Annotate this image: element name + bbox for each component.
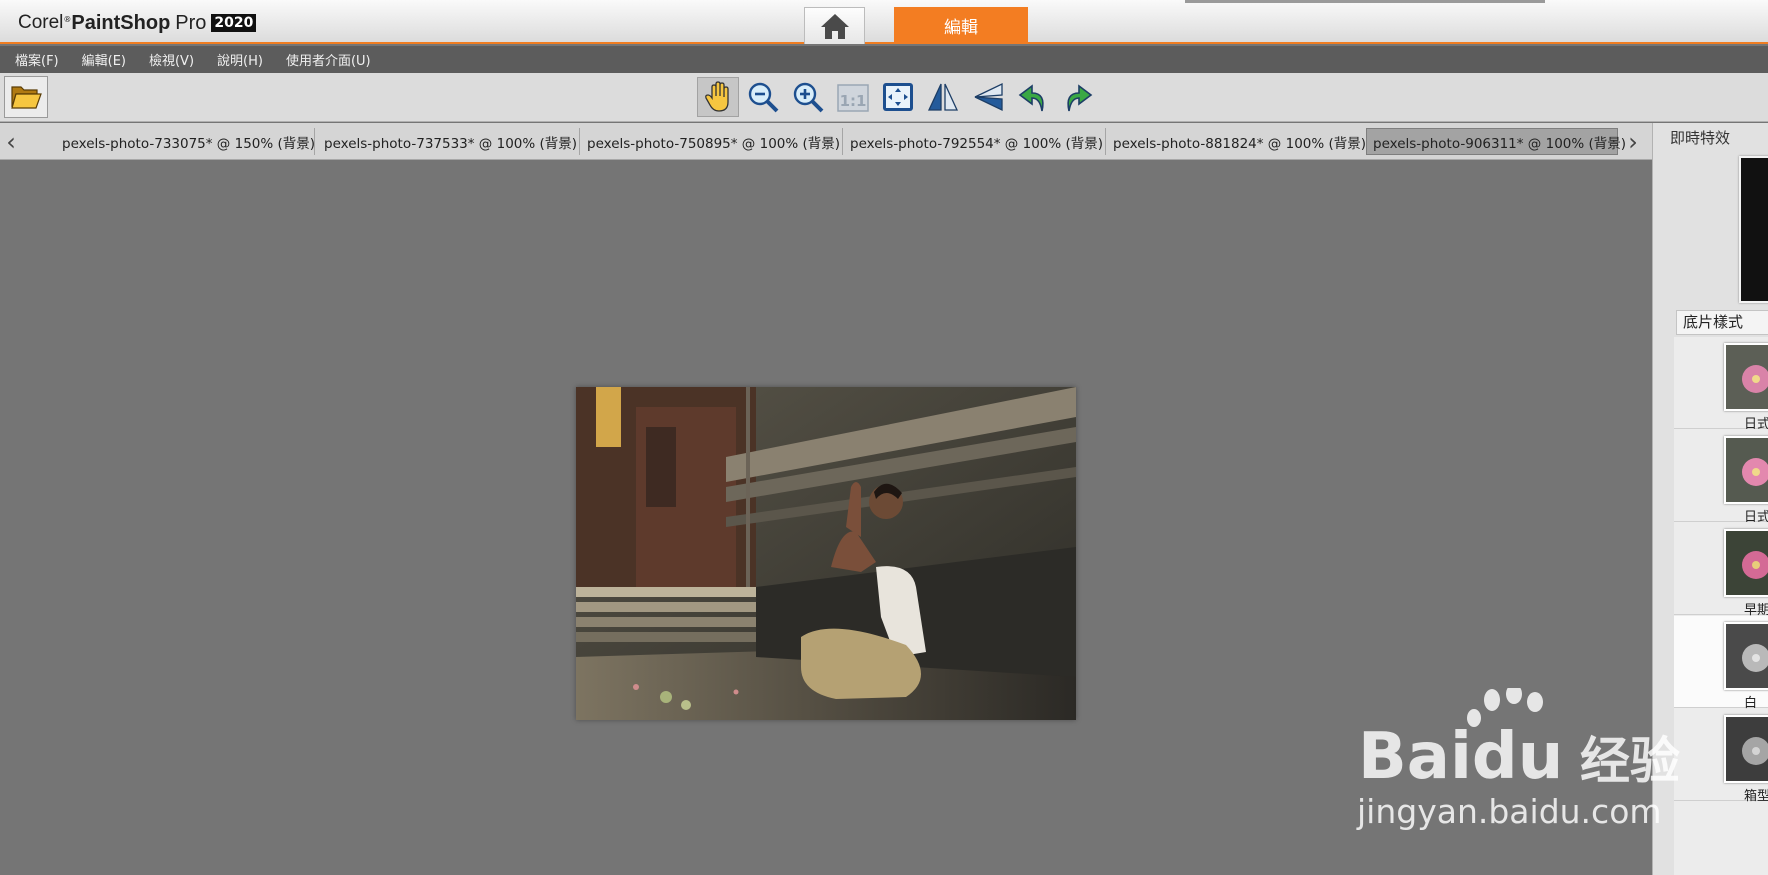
preset-thumbnail — [1724, 529, 1768, 597]
actual-size-button[interactable]: 1:1 — [832, 77, 874, 117]
chevron-right-icon: › — [1628, 127, 1638, 156]
zoom-in-icon — [793, 82, 824, 113]
home-tab[interactable] — [804, 7, 865, 44]
effect-category-select[interactable]: 底片樣式 — [1676, 310, 1768, 335]
document-tab[interactable]: pexels-photo-881824* @ 100% (背景) — [1107, 128, 1369, 155]
document-tab[interactable]: pexels-photo-737533* @ 100% (背景) — [318, 128, 580, 155]
logo-year: 2020 — [211, 14, 257, 32]
fit-to-window-button[interactable] — [877, 77, 919, 117]
document-tab[interactable]: pexels-photo-733075* @ 150% (背景) — [56, 128, 315, 155]
logo-product: PaintShop — [71, 11, 171, 34]
menu-bar: 檔案(F) 編輯(E) 檢視(V) 說明(H) 使用者介面(U) — [0, 46, 1768, 73]
document-tab[interactable]: pexels-photo-750895* @ 100% (背景) — [581, 128, 843, 155]
logo-brand: Corel — [18, 12, 64, 33]
menu-user-interface[interactable]: 使用者介面(U) — [279, 50, 371, 69]
zoom-out-button[interactable] — [742, 77, 784, 117]
menu-view[interactable]: 檢視(V) — [142, 50, 194, 69]
flip-vertical-button[interactable] — [967, 77, 1009, 117]
panel-title: 即時特效 — [1670, 129, 1731, 147]
document-tab-active[interactable]: pexels-photo-906311* @ 100% (背景) — [1366, 128, 1626, 155]
preset-thumbnail — [1724, 436, 1768, 504]
folder-open-icon — [11, 86, 42, 109]
edit-tab[interactable]: 編輯 — [894, 7, 1028, 44]
title-bar: Corel ® PaintShop Pro 2020 編輯 — [0, 0, 1768, 44]
tabs-scroll-left-button[interactable]: ‹ — [0, 123, 22, 160]
preset-thumbnail — [1724, 715, 1768, 783]
pan-hand-icon — [705, 81, 729, 112]
pan-tool-button[interactable] — [697, 77, 739, 117]
effect-preset[interactable]: 早期 — [1674, 523, 1768, 618]
menu-help[interactable]: 說明(H) — [210, 50, 263, 69]
rotate-right-button[interactable] — [1057, 77, 1099, 117]
fit-to-window-icon — [883, 83, 913, 111]
menu-file[interactable]: 檔案(F) — [8, 50, 59, 69]
flip-vertical-icon — [974, 82, 1003, 112]
home-icon — [820, 14, 849, 39]
preset-thumbnail — [1724, 622, 1768, 690]
flip-horizontal-button[interactable] — [922, 77, 964, 117]
zoom-in-button[interactable] — [787, 77, 829, 117]
rotate-right-icon — [1067, 84, 1093, 112]
preset-thumbnail — [1724, 343, 1768, 411]
watermark-brand: Baidu — [1358, 720, 1563, 788]
effect-preset[interactable]: 日式 — [1674, 337, 1768, 432]
document-tab[interactable]: pexels-photo-792554* @ 100% (背景) — [844, 128, 1106, 155]
menu-edit[interactable]: 編輯(E) — [75, 50, 126, 69]
chevron-left-icon: ‹ — [6, 127, 16, 156]
logo-edition: Pro — [175, 11, 207, 34]
effect-preset[interactable]: 日式 — [1674, 430, 1768, 525]
watermark-suffix: 经验 — [1580, 732, 1680, 788]
preset-label: 箱型 — [1744, 789, 1768, 804]
baidu-paw-icon: Baidu 经验 — [1358, 684, 1680, 794]
open-file-button[interactable] — [4, 76, 48, 118]
watermark-url: jingyan.baidu.com — [1357, 792, 1662, 831]
actual-size-label: 1:1 — [840, 92, 867, 110]
app-logo: Corel ® PaintShop Pro 2020 — [18, 11, 257, 35]
toolbar: 1:1 — [0, 73, 1768, 122]
zoom-out-icon — [748, 82, 779, 113]
rotate-left-button[interactable] — [1012, 77, 1054, 117]
effect-preview — [1739, 156, 1768, 303]
document-tab-bar: ‹ pexels-photo-733075* @ 150% (背景) pexel… — [0, 123, 1652, 160]
actual-size-icon: 1:1 — [837, 84, 869, 112]
photo-image[interactable] — [576, 387, 1076, 720]
flip-horizontal-icon — [927, 83, 959, 111]
rotate-left-icon — [1018, 84, 1044, 112]
window-edge-strip — [1185, 0, 1545, 3]
tabs-scroll-right-button[interactable]: › — [1622, 123, 1644, 160]
